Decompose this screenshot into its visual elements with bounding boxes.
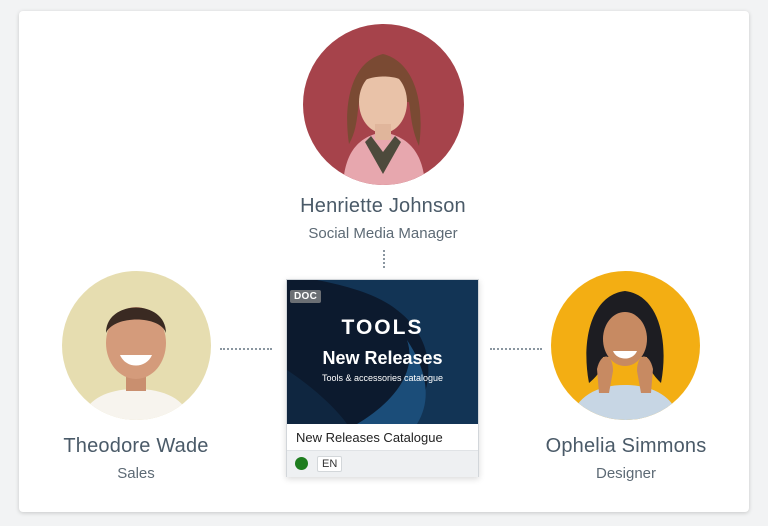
person-name-right: Ophelia Simmons — [545, 435, 707, 457]
person-name-left: Theodore Wade — [63, 435, 209, 457]
avatar-theodore-wade[interactable] — [62, 271, 211, 420]
status-dot-icon — [295, 457, 308, 470]
language-chip: EN — [317, 456, 343, 472]
connector-right — [490, 348, 542, 350]
connector-left — [220, 348, 272, 350]
doc-type-badge: DOC — [290, 290, 322, 303]
person-role-right: Designer — [595, 465, 657, 482]
thumbnail-brand: TOOLS — [341, 316, 424, 339]
document-thumbnail[interactable]: DOC TOOLS New Releases Tools & accessori… — [287, 280, 478, 424]
avatar-henriette-johnson[interactable] — [303, 24, 464, 185]
connector-vertical — [383, 250, 385, 268]
portrait-image — [62, 271, 211, 420]
portrait-image — [551, 271, 700, 420]
thumbnail-title: New Releases — [322, 348, 443, 368]
person-role-top: Social Media Manager — [308, 225, 458, 242]
document-title[interactable]: New Releases Catalogue — [296, 430, 443, 445]
document-footer: EN — [287, 450, 478, 477]
thumbnail-subtitle: Tools & accessories catalogue — [321, 373, 444, 383]
person-name-top: Henriette Johnson — [300, 195, 466, 217]
avatar-ophelia-simmons[interactable] — [551, 271, 700, 420]
portrait-image — [303, 24, 464, 185]
document-card[interactable]: DOC TOOLS New Releases Tools & accessori… — [286, 279, 479, 477]
person-role-left: Sales — [117, 465, 155, 482]
